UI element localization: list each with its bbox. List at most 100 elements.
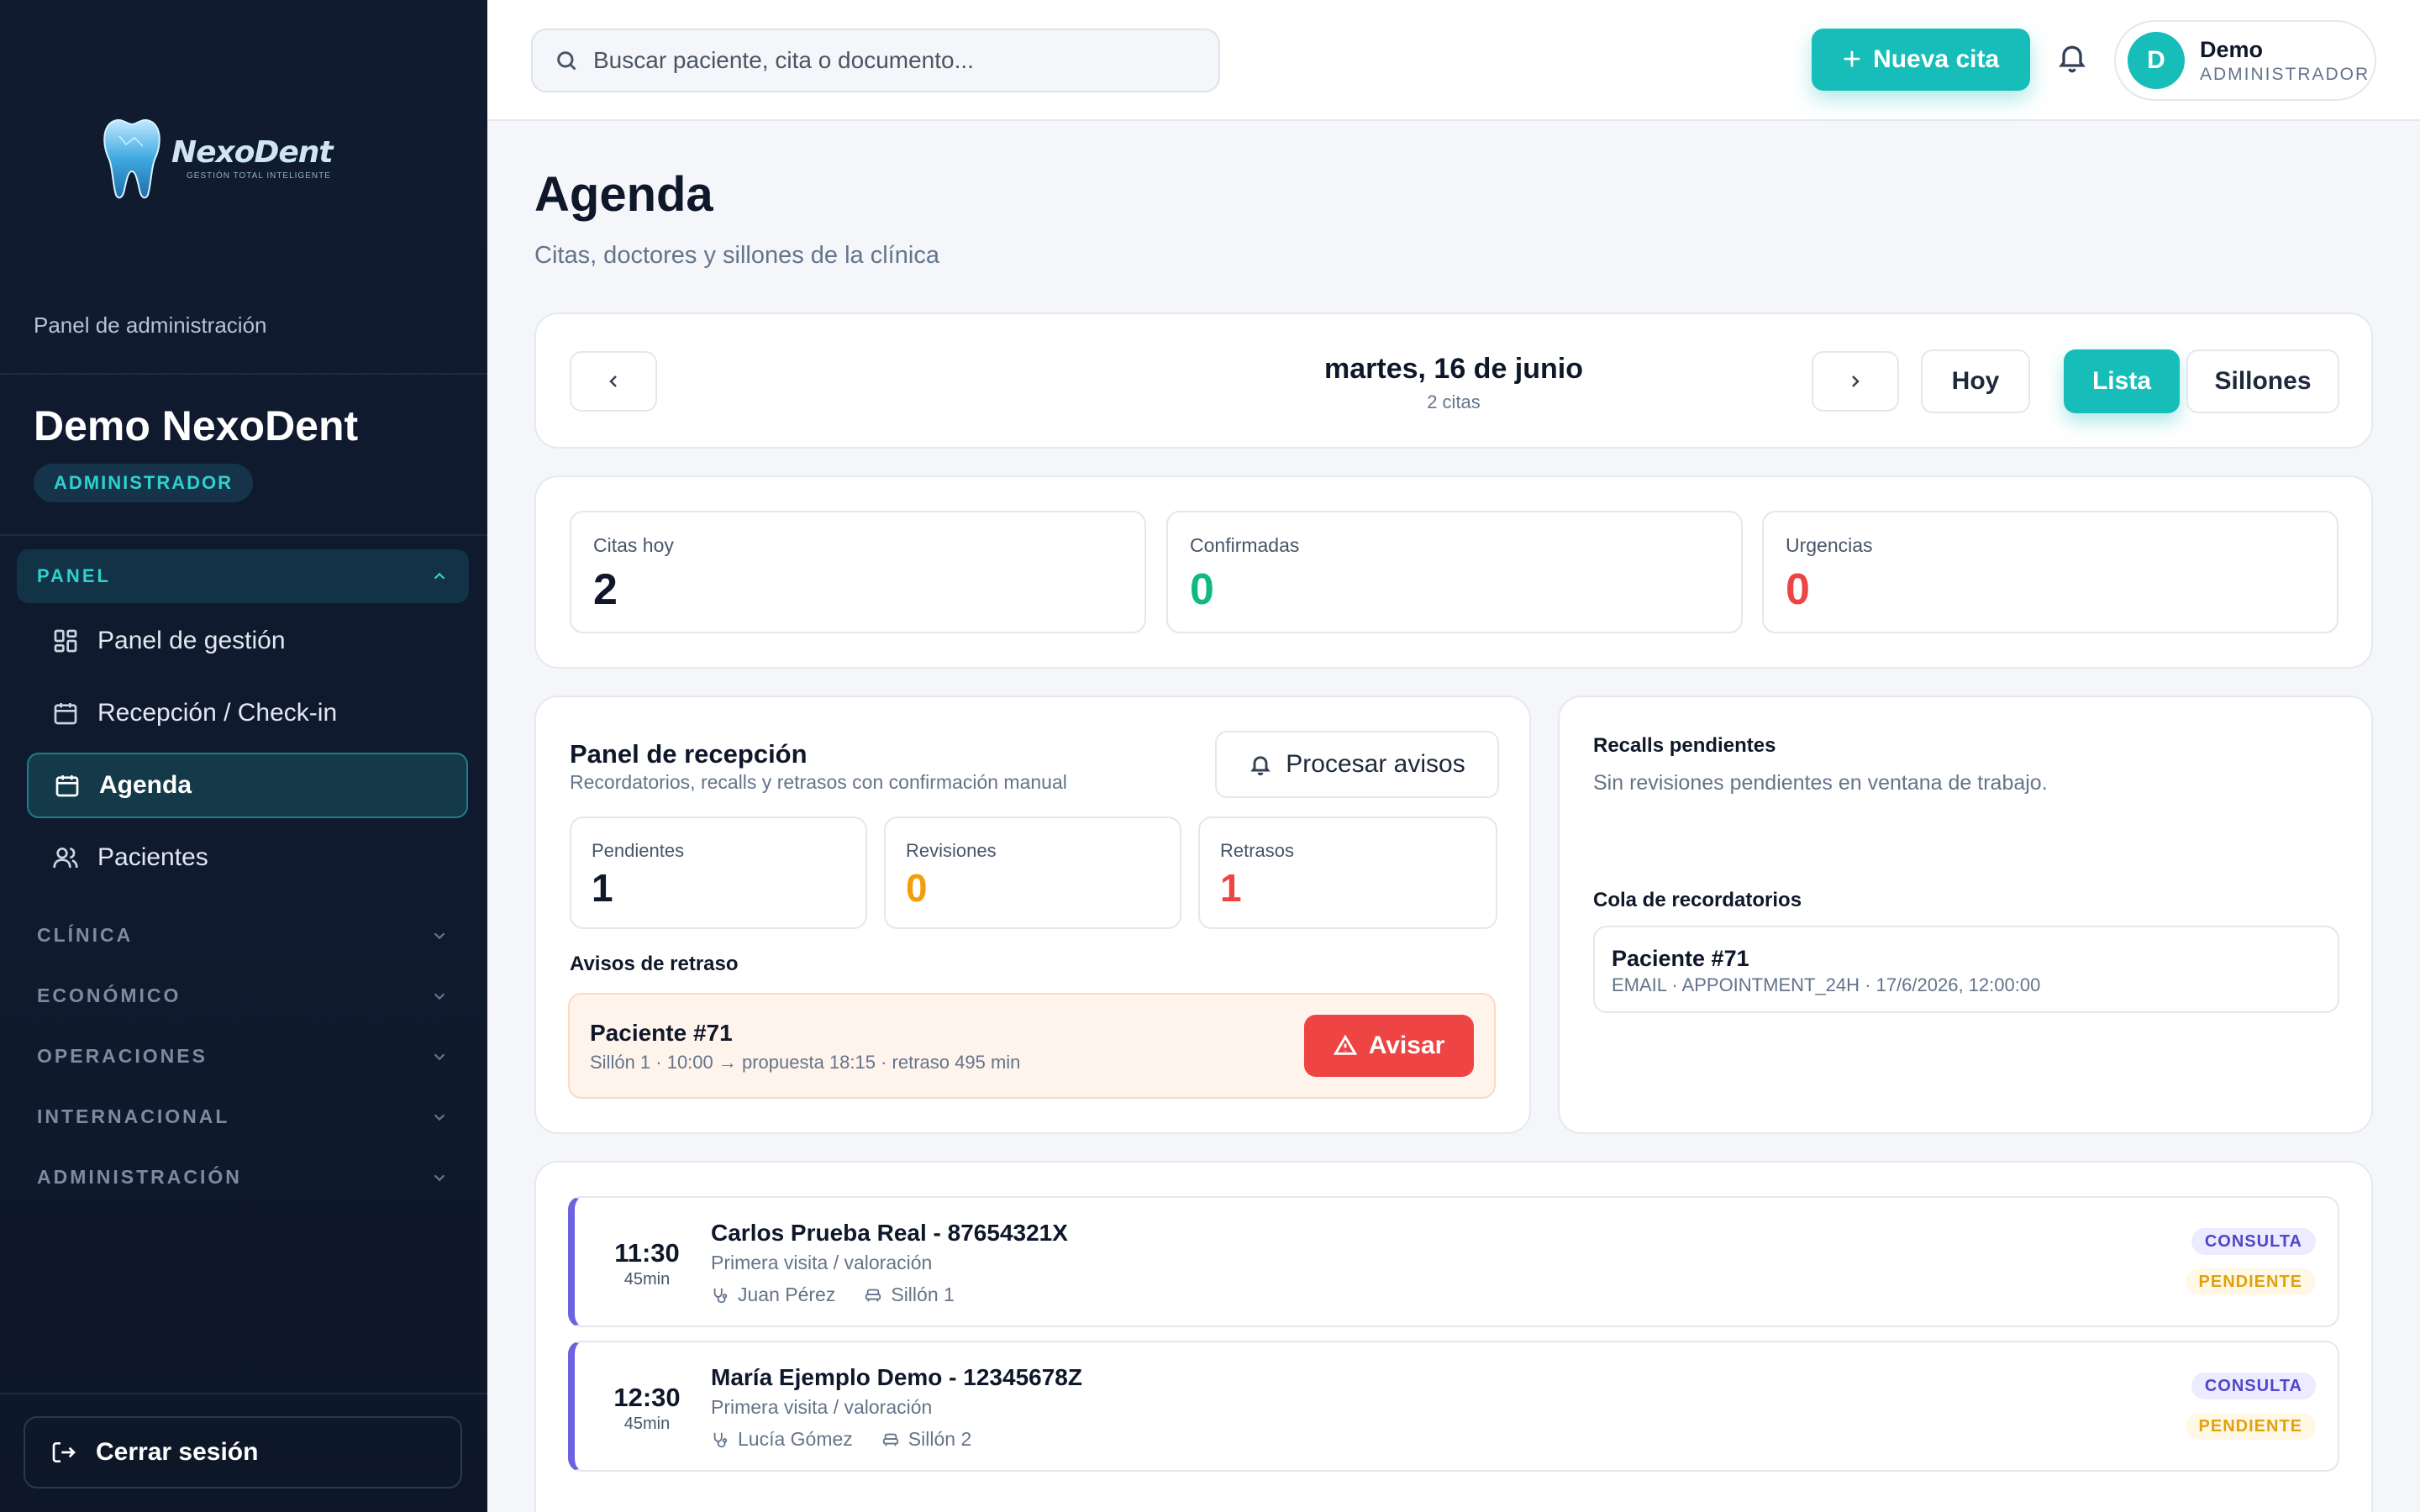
users-icon — [53, 848, 78, 869]
appointment-meta: Juan Pérez Sillón 1 — [711, 1284, 955, 1306]
calendar-icon — [54, 703, 77, 725]
chevron-down-icon — [434, 992, 445, 1000]
sidebar-item-recepcion[interactable]: Recepción / Check-in — [27, 680, 468, 746]
counter-label: Retrasos — [1220, 840, 1295, 861]
calendar-icon — [55, 775, 79, 797]
stat-label: Confirmadas — [1190, 534, 1300, 556]
stethoscope-icon — [713, 1288, 728, 1303]
divider — [0, 534, 487, 536]
counter-value: 1 — [1220, 866, 1242, 910]
today-button[interactable]: Hoy — [1921, 349, 2030, 413]
sidebar-group-internacional[interactable]: INTERNACIONAL — [37, 1105, 449, 1128]
view-chairs-button[interactable]: Sillones — [2186, 349, 2339, 413]
stats-card: Citas hoy 2 Confirmadas 0 Urgencias 0 — [534, 475, 2373, 669]
previous-day-button[interactable] — [570, 351, 657, 412]
divider — [0, 1393, 487, 1394]
appointment-type-badge: CONSULTA — [2191, 1373, 2316, 1399]
recalls-panel: Recalls pendientes Sin revisiones pendie… — [1558, 696, 2373, 1134]
sidebar-item-agenda[interactable]: Agenda — [27, 753, 468, 818]
stat-label: Urgencias — [1786, 534, 1873, 556]
counter-value: 0 — [906, 866, 928, 910]
chair-icon — [882, 1433, 898, 1446]
queue-item[interactable]: Paciente #71 EMAIL · APPOINTMENT_24H · 1… — [1593, 926, 2339, 1013]
sidebar-item-pacientes[interactable]: Pacientes — [27, 825, 468, 890]
appointment-duration: 45min — [623, 1270, 671, 1289]
new-appointment-button[interactable]: + Nueva cita — [1812, 29, 2030, 91]
user-menu[interactable]: D Demo ADMINISTRADOR — [2114, 20, 2376, 101]
stat-value: 0 — [1190, 565, 1214, 614]
topbar: + Nueva cita D Demo ADMINISTRADOR — [487, 0, 2420, 121]
notify-button[interactable]: Avisar — [1304, 1015, 1474, 1077]
appointment-doctor: Juan Pérez — [738, 1284, 836, 1305]
process-notices-button[interactable]: Procesar avisos — [1215, 731, 1499, 798]
counter-retrasos: Retrasos 1 — [1198, 816, 1497, 929]
user-name: Demo — [2200, 36, 2264, 62]
bell-icon — [1250, 756, 1270, 776]
sidebar-group-operaciones[interactable]: OPERACIONES — [37, 1045, 449, 1068]
appointment-type-badge: CONSULTA — [2191, 1228, 2316, 1255]
chevron-right-icon — [1852, 375, 1860, 387]
chevron-down-icon — [434, 1173, 445, 1181]
queue-detail: EMAIL · APPOINTMENT_24H · 17/6/2026, 12:… — [1612, 974, 2041, 995]
appointment-time: 12:30 — [613, 1383, 681, 1412]
bell-icon — [2059, 45, 2086, 73]
stat-urgencias: Urgencias 0 — [1762, 511, 2338, 633]
search-input[interactable] — [593, 47, 1181, 74]
logo-tagline: GESTIÓN TOTAL INTELIGENTE — [187, 171, 331, 181]
avatar: D — [2128, 32, 2185, 89]
chevron-down-icon — [434, 1113, 445, 1121]
recalls-empty-message: Sin revisiones pendientes en ventana de … — [1593, 771, 2048, 795]
process-notices-label: Procesar avisos — [1286, 750, 1465, 778]
user-role: ADMINISTRADOR — [2200, 64, 2370, 84]
panel-label: Panel de administración — [34, 312, 267, 338]
logout-button[interactable]: Cerrar sesión — [24, 1416, 462, 1488]
appointment-row[interactable]: 11:30 45min Carlos Prueba Real - 8765432… — [568, 1196, 2339, 1327]
sidebar-item-label: Pacientes — [97, 843, 208, 871]
appointment-duration: 45min — [623, 1415, 671, 1433]
sidebar: NexoDent GESTIÓN TOTAL INTELIGENTE Panel… — [0, 0, 487, 1512]
appointment-chair: Sillón 1 — [891, 1284, 955, 1305]
queue-title: Cola de recordatorios — [1593, 889, 1802, 911]
section-panel-toggle[interactable]: PANEL — [17, 549, 469, 603]
appointment-chair: Sillón 2 — [908, 1428, 972, 1450]
notifications-button[interactable] — [2055, 40, 2089, 74]
logo-name: NexoDent — [171, 135, 334, 170]
next-day-button[interactable] — [1812, 351, 1899, 412]
view-list-button[interactable]: Lista — [2064, 349, 2180, 413]
sidebar-item-label: Agenda — [99, 771, 192, 799]
section-panel-label: PANEL — [37, 565, 111, 586]
delay-patient: Paciente #71 — [590, 1020, 733, 1046]
group-label: ADMINISTRACIÓN — [37, 1166, 242, 1188]
appointment-meta: Lucía Gómez Sillón 2 — [711, 1428, 971, 1451]
search-icon — [557, 51, 576, 71]
appointment-patient: Carlos Prueba Real - 87654321X — [711, 1220, 1068, 1246]
plus-icon: + — [1842, 42, 1862, 77]
new-appointment-label: Nueva cita — [1873, 45, 2000, 73]
role-badge: ADMINISTRADOR — [34, 464, 253, 502]
notify-label: Avisar — [1368, 1032, 1445, 1059]
sidebar-group-administracion[interactable]: ADMINISTRACIÓN — [37, 1166, 449, 1189]
counter-label: Pendientes — [592, 840, 685, 861]
stat-citas-hoy: Citas hoy 2 — [570, 511, 1146, 633]
sidebar-item-panel-de-gestion[interactable]: Panel de gestión — [27, 608, 468, 674]
divider — [0, 373, 487, 375]
stat-value: 2 — [593, 565, 618, 614]
group-label: ECONÓMICO — [37, 984, 182, 1006]
sidebar-group-economico[interactable]: ECONÓMICO — [37, 984, 449, 1007]
counter-label: Revisiones — [906, 840, 997, 861]
warning-icon — [1333, 1034, 1357, 1055]
chevron-down-icon — [434, 1053, 445, 1060]
counter-pendientes: Pendientes 1 — [570, 816, 867, 929]
org-name: Demo NexoDent — [34, 402, 359, 449]
app-logo[interactable]: NexoDent GESTIÓN TOTAL INTELIGENTE — [101, 116, 334, 200]
stat-label: Citas hoy — [593, 534, 674, 556]
search-box[interactable] — [531, 29, 1220, 92]
logout-label: Cerrar sesión — [96, 1438, 259, 1466]
delay-detail: Sillón 1 · 10:00 → propuesta 18:15 · ret… — [590, 1052, 1021, 1073]
logout-icon — [52, 1442, 76, 1462]
appointment-row[interactable]: 12:30 45min María Ejemplo Demo - 1234567… — [568, 1341, 2339, 1472]
sidebar-group-clinica[interactable]: CLÍNICA — [37, 924, 449, 947]
recalls-title: Recalls pendientes — [1593, 734, 1776, 757]
stat-value: 0 — [1786, 565, 1810, 614]
reception-title: Panel de recepción — [570, 739, 808, 769]
